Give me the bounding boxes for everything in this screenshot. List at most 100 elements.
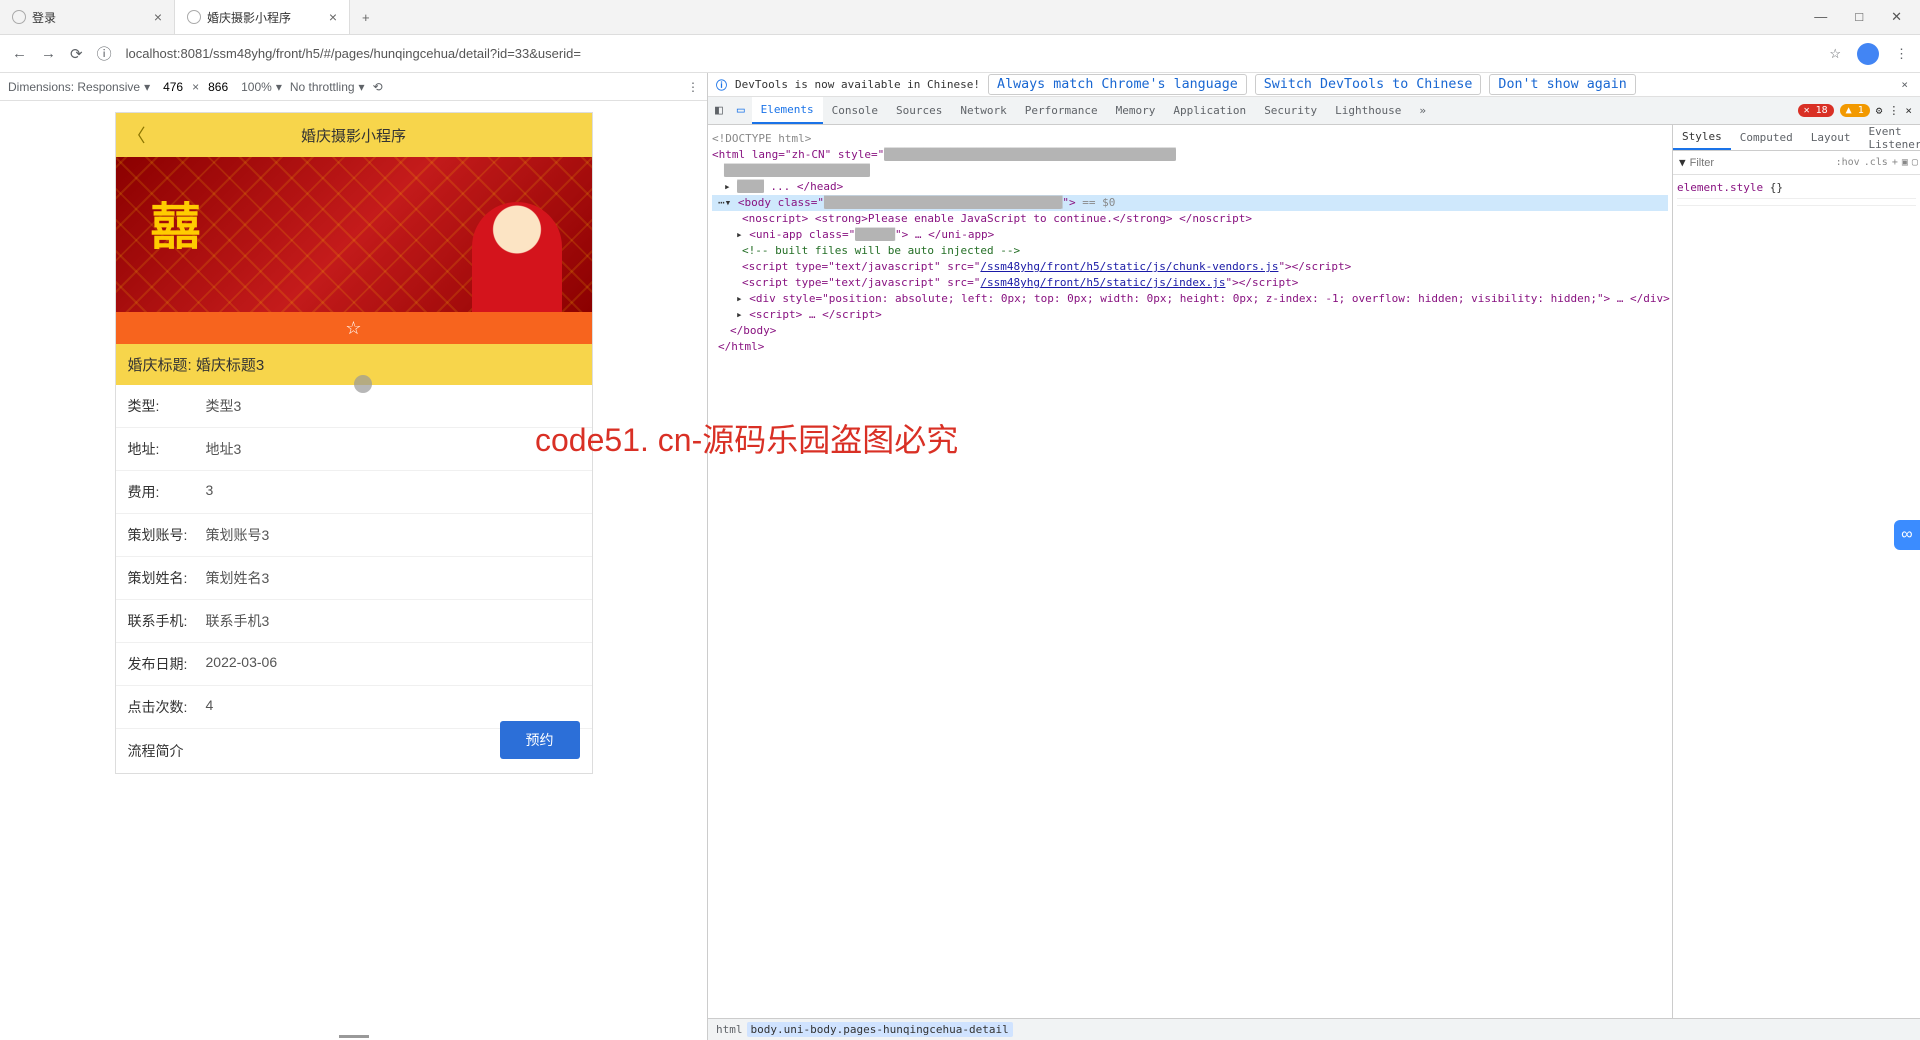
box-icon[interactable]: ▢ <box>1912 157 1918 168</box>
window-controls: — □ ✕ <box>1796 9 1920 25</box>
styles-body[interactable]: element.style {}</span><span class="seln… <box>1673 175 1920 1018</box>
device-toolbar: Dimensions: Responsive ▾ × 100% ▾ No thr… <box>0 73 707 101</box>
tab-title: 婚庆摄影小程序 <box>207 9 291 26</box>
title-box: 婚庆标题: 婚庆标题3 <box>116 344 592 385</box>
elements-tree[interactable]: <!DOCTYPE html> <html lang="zh-CN" style… <box>708 125 1672 1018</box>
close-icon[interactable]: × <box>1897 78 1912 91</box>
drag-handle[interactable] <box>0 1033 707 1040</box>
star-icon[interactable]: ☆ <box>1829 46 1841 62</box>
more-tabs[interactable]: » <box>1410 97 1435 124</box>
tab-eventlisteners[interactable]: Event Listeners <box>1859 125 1920 150</box>
row-label: 点击次数: <box>128 697 206 717</box>
close-icon[interactable]: ✕ <box>1891 9 1902 25</box>
profile-avatar[interactable] <box>1857 43 1879 65</box>
detail-row: 联系手机:联系手机3 <box>116 600 592 643</box>
minimize-icon[interactable]: — <box>1814 9 1827 25</box>
devtools-tab[interactable]: Lighthouse <box>1326 97 1410 124</box>
switch-chinese-button[interactable]: Switch DevTools to Chinese <box>1255 74 1482 95</box>
inspect-icon[interactable]: ◧ <box>708 103 730 118</box>
more-icon[interactable]: ⋮ <box>1888 104 1899 117</box>
favicon <box>12 10 26 24</box>
row-label: 地址: <box>128 439 206 459</box>
row-label: 费用: <box>128 482 206 502</box>
devtools-tabstrip: ◧ ▭ ElementsConsoleSourcesNetworkPerform… <box>708 97 1920 125</box>
row-value: 联系手机3 <box>206 611 270 631</box>
menu-icon[interactable]: ⋮ <box>1895 46 1908 62</box>
detail-row: 地址:地址3 <box>116 428 592 471</box>
devtools-tab[interactable]: Elements <box>752 97 823 124</box>
detail-row: 策划账号:策划账号3 <box>116 514 592 557</box>
rotate-icon[interactable]: ⟲ <box>373 80 383 94</box>
filter-icon: ▼ <box>1679 156 1686 169</box>
settings-icon[interactable]: ⚙ <box>1876 104 1883 117</box>
row-label: 联系手机: <box>128 611 206 631</box>
row-label: 发布日期: <box>128 654 206 674</box>
float-widget[interactable]: ∞ <box>1894 520 1920 550</box>
close-icon[interactable]: × <box>154 9 162 25</box>
row-value: 策划姓名3 <box>206 568 270 588</box>
row-label: 类型: <box>128 396 206 416</box>
app-title: 婚庆摄影小程序 <box>301 125 406 146</box>
device-icon[interactable]: ▭ <box>730 103 752 118</box>
throttle-dropdown[interactable]: No throttling ▾ <box>290 80 365 94</box>
devtools-notice: ⓘ DevTools is now available in Chinese! … <box>708 73 1920 97</box>
width-input[interactable] <box>158 80 188 94</box>
devtools-tab[interactable]: Security <box>1255 97 1326 124</box>
row-label: 策划姓名: <box>128 568 206 588</box>
close-icon[interactable]: × <box>1905 104 1912 117</box>
cls-toggle[interactable]: .cls <box>1864 157 1888 168</box>
detail-row: 类型:类型3 <box>116 385 592 428</box>
url-text[interactable]: localhost:8081/ssm48yhg/front/h5/#/pages… <box>126 46 1816 61</box>
add-rule-icon[interactable]: + <box>1892 157 1898 168</box>
info-icon[interactable]: ⓘ <box>97 43 112 64</box>
row-value: 4 <box>206 697 214 717</box>
browser-tab[interactable]: 婚庆摄影小程序 × <box>175 0 350 35</box>
tab-layout[interactable]: Layout <box>1802 125 1860 150</box>
favicon <box>187 10 201 24</box>
app-header: 〈 婚庆摄影小程序 <box>116 113 592 157</box>
address-bar: ← → ⟳ ⓘ localhost:8081/ssm48yhg/front/h5… <box>0 35 1920 73</box>
row-value: 地址3 <box>206 439 242 459</box>
breadcrumbs[interactable]: html body.uni-body.pages-hunqingcehua-de… <box>708 1018 1920 1040</box>
devtools-tab[interactable]: Sources <box>887 97 951 124</box>
new-tab-button[interactable]: + <box>350 10 382 25</box>
forward-icon[interactable]: → <box>41 45 56 62</box>
device-frame: 〈 婚庆摄影小程序 囍 ☆ 婚庆标题: 婚庆标题3 类型:类型3地址:地址3费用… <box>116 113 592 773</box>
devtools-tab[interactable]: Application <box>1164 97 1255 124</box>
row-value: 策划账号3 <box>206 525 270 545</box>
book-button[interactable]: 预约 <box>500 721 580 759</box>
warning-badge[interactable]: ▲ 1 <box>1840 104 1870 117</box>
back-icon[interactable]: 〈 <box>128 122 146 148</box>
banner-image: 囍 <box>116 157 592 312</box>
zoom-dropdown[interactable]: 100% ▾ <box>241 80 282 94</box>
star-icon: ☆ <box>345 318 361 339</box>
detail-row: 策划姓名:策划姓名3 <box>116 557 592 600</box>
devtools-tab[interactable]: Memory <box>1107 97 1165 124</box>
box-icon[interactable]: ▣ <box>1902 157 1908 168</box>
match-language-button[interactable]: Always match Chrome's language <box>988 74 1247 95</box>
reload-icon[interactable]: ⟳ <box>70 45 83 63</box>
devtools-tab[interactable]: Console <box>823 97 887 124</box>
row-value: 3 <box>206 482 214 502</box>
more-icon[interactable]: ⋮ <box>687 80 699 94</box>
row-value: 2022-03-06 <box>206 654 278 674</box>
back-icon[interactable]: ← <box>12 45 27 62</box>
info-icon: ⓘ <box>716 77 727 93</box>
tab-computed[interactable]: Computed <box>1731 125 1802 150</box>
browser-tab[interactable]: 登录× <box>0 0 175 35</box>
styles-tabstrip: Styles Computed Layout Event Listeners » <box>1673 125 1920 151</box>
maximize-icon[interactable]: □ <box>1855 9 1863 25</box>
favorite-bar[interactable]: ☆ <box>116 312 592 344</box>
error-badge[interactable]: ✕ 18 <box>1798 104 1834 117</box>
touch-indicator <box>354 375 372 393</box>
height-input[interactable] <box>203 80 233 94</box>
dimensions-dropdown[interactable]: Dimensions: Responsive ▾ <box>8 80 150 94</box>
devtools-tab[interactable]: Performance <box>1016 97 1107 124</box>
hov-toggle[interactable]: :hov <box>1836 157 1860 168</box>
devtools-tab[interactable]: Network <box>951 97 1015 124</box>
dismiss-button[interactable]: Don't show again <box>1489 74 1635 95</box>
close-icon[interactable]: × <box>329 9 337 25</box>
filter-input[interactable] <box>1690 157 1832 169</box>
tab-styles[interactable]: Styles <box>1673 125 1731 150</box>
row-label: 策划账号: <box>128 525 206 545</box>
